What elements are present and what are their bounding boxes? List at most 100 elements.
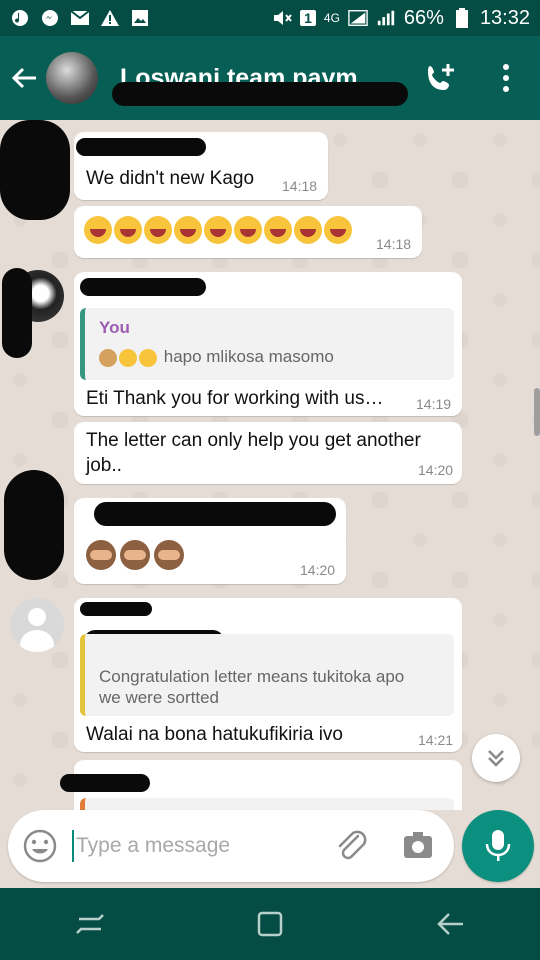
quote-line: Congratulation letter means tukitoka apo <box>99 667 405 686</box>
laughing-emoji-icon <box>144 216 172 244</box>
system-status: 1 4G 66% 13:32 <box>272 7 530 30</box>
message-bubble[interactable]: 14:18 <box>74 206 422 258</box>
message-line: job.. <box>86 455 122 476</box>
messenger-icon <box>40 8 60 28</box>
add-call-button[interactable] <box>422 60 458 96</box>
message-time: 14:18 <box>376 236 412 252</box>
redaction-mark <box>80 278 206 296</box>
quote-bar <box>80 798 454 810</box>
composer <box>8 810 454 882</box>
quote-body: hapo mlikosa masomo <box>163 347 334 366</box>
grin-emoji-icon <box>139 348 157 367</box>
message-text: The letter can only help you get another… <box>86 428 421 478</box>
overflow-menu-button[interactable] <box>492 60 520 96</box>
network-type: 4G <box>323 11 340 25</box>
chat-title-area[interactable]: Loswani team paym… <box>112 64 420 106</box>
laughing-emoji-icon <box>204 216 232 244</box>
attach-button[interactable] <box>334 828 370 864</box>
quoted-message[interactable]: You hapo mlikosa masomo <box>80 308 454 380</box>
paperclip-icon <box>338 830 367 860</box>
person-emoji-icon <box>99 348 117 367</box>
sim-badge: 1 <box>300 10 316 26</box>
signal-bars-icon <box>376 8 396 28</box>
quote-text: hapo mlikosa masomo <box>99 346 334 367</box>
camera-icon <box>404 832 432 858</box>
quote-author: You <box>99 318 130 337</box>
laughing-emoji-icon <box>114 216 142 244</box>
message-line: The letter can only help you get another <box>86 430 421 451</box>
chat-header: Loswani team paym… <box>0 36 540 120</box>
see-no-evil-monkey-icon <box>86 540 116 570</box>
battery-percent: 66% <box>403 6 444 29</box>
back-button[interactable] <box>2 36 46 120</box>
emoji-button[interactable] <box>22 828 58 864</box>
laughing-emoji-icon <box>174 216 202 244</box>
phone-plus-icon <box>428 64 454 90</box>
group-avatar[interactable] <box>46 52 98 104</box>
redaction-mark <box>80 602 152 616</box>
emoji-row <box>84 216 352 244</box>
mute-icon <box>272 8 292 28</box>
quoted-message[interactable]: Congratulation letter means tukitoka apo… <box>80 634 454 716</box>
system-navigation-bar <box>0 888 540 960</box>
message-list[interactable]: We didn't new Kago 14:18 14:18 You hapo … <box>0 120 540 810</box>
notification-icons <box>10 8 150 28</box>
message-bubble[interactable]: Congratulation letter means tukitoka apo… <box>74 598 462 752</box>
message-time: 14:20 <box>300 562 336 578</box>
warning-icon <box>100 8 120 28</box>
redaction-mark <box>0 120 70 220</box>
clock: 13:32 <box>479 6 530 29</box>
message-text: Walai na bona hatukufikiria ivo <box>86 724 343 745</box>
emoji-row <box>86 540 184 570</box>
message-time: 14:21 <box>418 732 454 748</box>
scrollbar-thumb[interactable] <box>534 388 540 436</box>
message-bubble[interactable]: The letter can only help you get another… <box>74 422 462 484</box>
battery-icon <box>452 8 472 28</box>
scroll-to-bottom-button[interactable] <box>472 734 520 782</box>
message-time: 14:19 <box>416 396 452 412</box>
voice-message-button[interactable] <box>462 810 534 882</box>
redaction-mark <box>4 470 64 580</box>
redaction-mark <box>76 138 206 156</box>
redaction-mark <box>2 268 32 358</box>
message-time: 14:20 <box>418 462 454 478</box>
laughing-emoji-icon <box>324 216 352 244</box>
back-nav-button[interactable] <box>420 899 480 949</box>
music-note-icon <box>10 8 30 28</box>
redaction-mark <box>60 774 150 792</box>
recent-apps-icon <box>76 914 104 934</box>
message-text: Eti Thank you for working with us… <box>86 388 384 409</box>
double-chevron-down-icon <box>488 750 504 767</box>
quote-line: we were sortted <box>99 688 219 707</box>
message-bubble[interactable]: 14:20 <box>74 498 346 584</box>
image-icon <box>130 8 150 28</box>
message-input[interactable] <box>72 830 322 862</box>
laughing-emoji-icon <box>294 216 322 244</box>
home-button[interactable] <box>240 899 300 949</box>
message-time: 14:18 <box>282 178 318 194</box>
default-avatar[interactable] <box>10 598 64 652</box>
message-bubble[interactable]: We didn't new Kago 14:18 <box>74 132 328 200</box>
smiley-icon <box>23 829 57 863</box>
laughing-emoji-icon <box>264 216 292 244</box>
back-arrow-icon <box>437 913 463 935</box>
redaction-mark <box>112 82 408 106</box>
see-no-evil-monkey-icon <box>120 540 150 570</box>
message-text: We didn't new Kago <box>86 168 255 189</box>
redaction-mark <box>94 502 336 526</box>
message-bubble[interactable]: You hapo mlikosa masomo Eti Thank you fo… <box>74 272 462 416</box>
microphone-icon <box>485 830 511 861</box>
see-no-evil-monkey-icon <box>154 540 184 570</box>
grin-emoji-icon <box>119 348 137 367</box>
camera-button[interactable] <box>400 828 436 864</box>
home-square-icon <box>257 911 283 937</box>
recent-apps-button[interactable] <box>60 899 120 949</box>
signal-icon <box>348 8 368 28</box>
laughing-emoji-icon <box>84 216 112 244</box>
quote-text: Congratulation letter means tukitoka apo… <box>99 666 404 708</box>
arrow-left-icon <box>11 67 36 89</box>
status-bar: 1 4G 66% 13:32 <box>0 0 540 36</box>
gmail-icon <box>70 8 90 28</box>
message-bubble[interactable] <box>60 760 462 810</box>
laughing-emoji-icon <box>234 216 262 244</box>
